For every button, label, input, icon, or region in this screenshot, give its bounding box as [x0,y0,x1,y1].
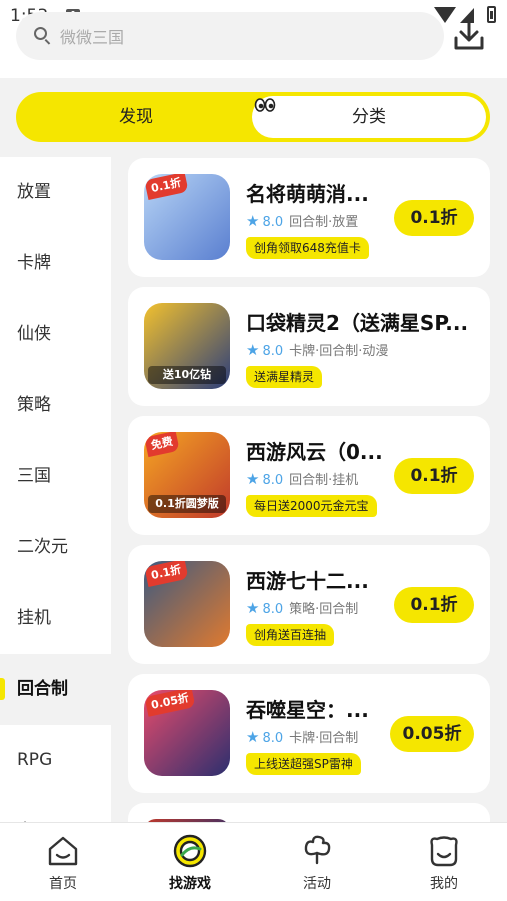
nav-home[interactable]: 首页 [13,823,113,901]
sidebar-item-anime[interactable]: 二次元 [0,512,111,583]
sidebar-item-strategy[interactable]: 策略 [0,370,111,441]
app-screen: 1:53 A 微微三国 发现 分类 放置 卡牌 仙侠 策略 三国 二次元 挂机 [0,0,507,901]
nav-label: 首页 [49,876,77,892]
game-thumbnail: 0.1折 [144,174,230,260]
nav-profile[interactable]: 我的 [394,823,494,901]
game-promo: 每日送2000元金元宝 [246,495,377,517]
thumb-discount-tag: 0.05折 [144,690,196,717]
search-icon [34,27,47,40]
game-rating: 8.0 [262,602,284,617]
thumb-discount-tag: 0.1折 [144,174,189,200]
category-tabs: 发现 分类 [16,92,490,142]
thumb-banner: 送10亿钻 [148,366,226,384]
eyes-icon [254,98,276,112]
game-promo: 上线送超强SP雷神 [246,753,361,775]
sidebar-item-idle[interactable]: 放置 [0,157,111,228]
sidebar-item-xianxia[interactable]: 仙侠 [0,299,111,370]
discount-button[interactable]: 0.05折 [390,716,474,752]
game-thumbnail: 0.05折 [144,690,230,776]
game-tags: 回合制·挂机 [289,473,359,488]
game-tags: 策略·回合制 [289,602,359,617]
game-tags: 卡牌·回合制·动漫 [289,344,389,359]
top-header: 1:53 A 微微三国 [0,0,507,78]
star-icon: ★ [246,470,260,488]
game-meta: ★ 8.0 回合制·放置 [246,211,358,230]
nav-find-game[interactable]: 找游戏 [140,823,240,901]
star-icon: ★ [246,599,260,617]
discount-button[interactable]: 0.1折 [394,200,474,236]
game-promo: 创角送百连抽 [246,624,335,646]
sidebar-item-more[interactable]: 宫... [0,796,111,822]
game-card[interactable]: 0.1折 西游七十二... ★ 8.0 策略·回合制 创角送百连抽 0.1折 [128,545,490,664]
sidebar-item-three-kingdoms[interactable]: 三国 [0,441,111,512]
game-meta: ★ 8.0 策略·回合制 [246,598,358,617]
game-card[interactable]: 免费 0.1折圆梦版 西游风云（0... ★ 8.0 回合制·挂机 每日送2000元… [128,416,490,535]
active-indicator [0,678,5,700]
star-icon: ★ [246,341,260,359]
game-thumbnail: 送10亿钻 [144,303,230,389]
discount-button[interactable]: 0.1折 [394,458,474,494]
game-card[interactable]: 0.05折 吞噬星空：... ★ 8.0 卡牌·回合制 上线送超强SP雷神 0.05… [128,674,490,793]
star-icon: ★ [246,212,260,230]
sidebar-item-label: 回合制 [17,679,68,699]
find-game-icon [173,834,207,868]
thumb-discount-tag: 0.1折 [144,561,189,587]
search-bar[interactable]: 微微三国 [16,12,444,60]
battery-icon [487,6,496,23]
nav-label: 找游戏 [169,876,211,892]
tab-discover[interactable]: 发现 [16,92,256,142]
game-meta: ★ 8.0 卡牌·回合制 [246,727,358,746]
game-rating: 8.0 [262,344,284,359]
home-icon [48,836,78,866]
thumb-free-tag: 免费 [144,432,180,458]
nav-activity[interactable]: 活动 [267,823,367,901]
nav-label: 活动 [303,876,331,892]
sidebar-item-card[interactable]: 卡牌 [0,228,111,299]
game-card[interactable]: 0.1折 名将萌萌消... ★ 8.0 回合制·放置 创角领取648充值卡 0.1折 [128,158,490,277]
game-card[interactable]: 送10亿钻 口袋精灵2（送满星SP... ★ 8.0 卡牌·回合制·动漫 送满星精灵 [128,287,490,406]
game-rating: 8.0 [262,215,284,230]
game-title: 口袋精灵2（送满星SP... [246,311,469,335]
game-rating: 8.0 [262,473,284,488]
game-tags: 卡牌·回合制 [289,731,359,746]
game-promo: 送满星精灵 [246,366,323,388]
bottom-nav: 首页 找游戏 活动 我的 [0,822,507,901]
sidebar-item-rpg[interactable]: RPG [0,725,111,796]
nav-label: 我的 [430,876,458,892]
thumb-banner: 0.1折圆梦版 [148,495,226,513]
profile-icon [430,836,458,867]
game-meta: ★ 8.0 回合制·挂机 [246,469,358,488]
download-icon[interactable] [452,16,486,52]
sidebar-item-turn-based[interactable]: 回合制 [0,654,111,725]
discount-button[interactable]: 0.1折 [394,587,474,623]
category-sidebar: 放置 卡牌 仙侠 策略 三国 二次元 挂机 回合制 RPG 宫... [0,157,111,822]
game-meta: ★ 8.0 卡牌·回合制·动漫 [246,340,388,359]
star-icon: ★ [246,728,260,746]
game-thumbnail: 免费 0.1折圆梦版 [144,432,230,518]
game-tags: 回合制·放置 [289,215,359,230]
sidebar-item-afk[interactable]: 挂机 [0,583,111,654]
activity-icon [304,835,331,865]
game-rating: 8.0 [262,731,284,746]
game-promo: 创角领取648充值卡 [246,237,369,259]
tab-category[interactable]: 分类 [252,96,486,138]
game-thumbnail: 0.1折 [144,561,230,647]
search-input[interactable]: 微微三国 [60,24,124,48]
